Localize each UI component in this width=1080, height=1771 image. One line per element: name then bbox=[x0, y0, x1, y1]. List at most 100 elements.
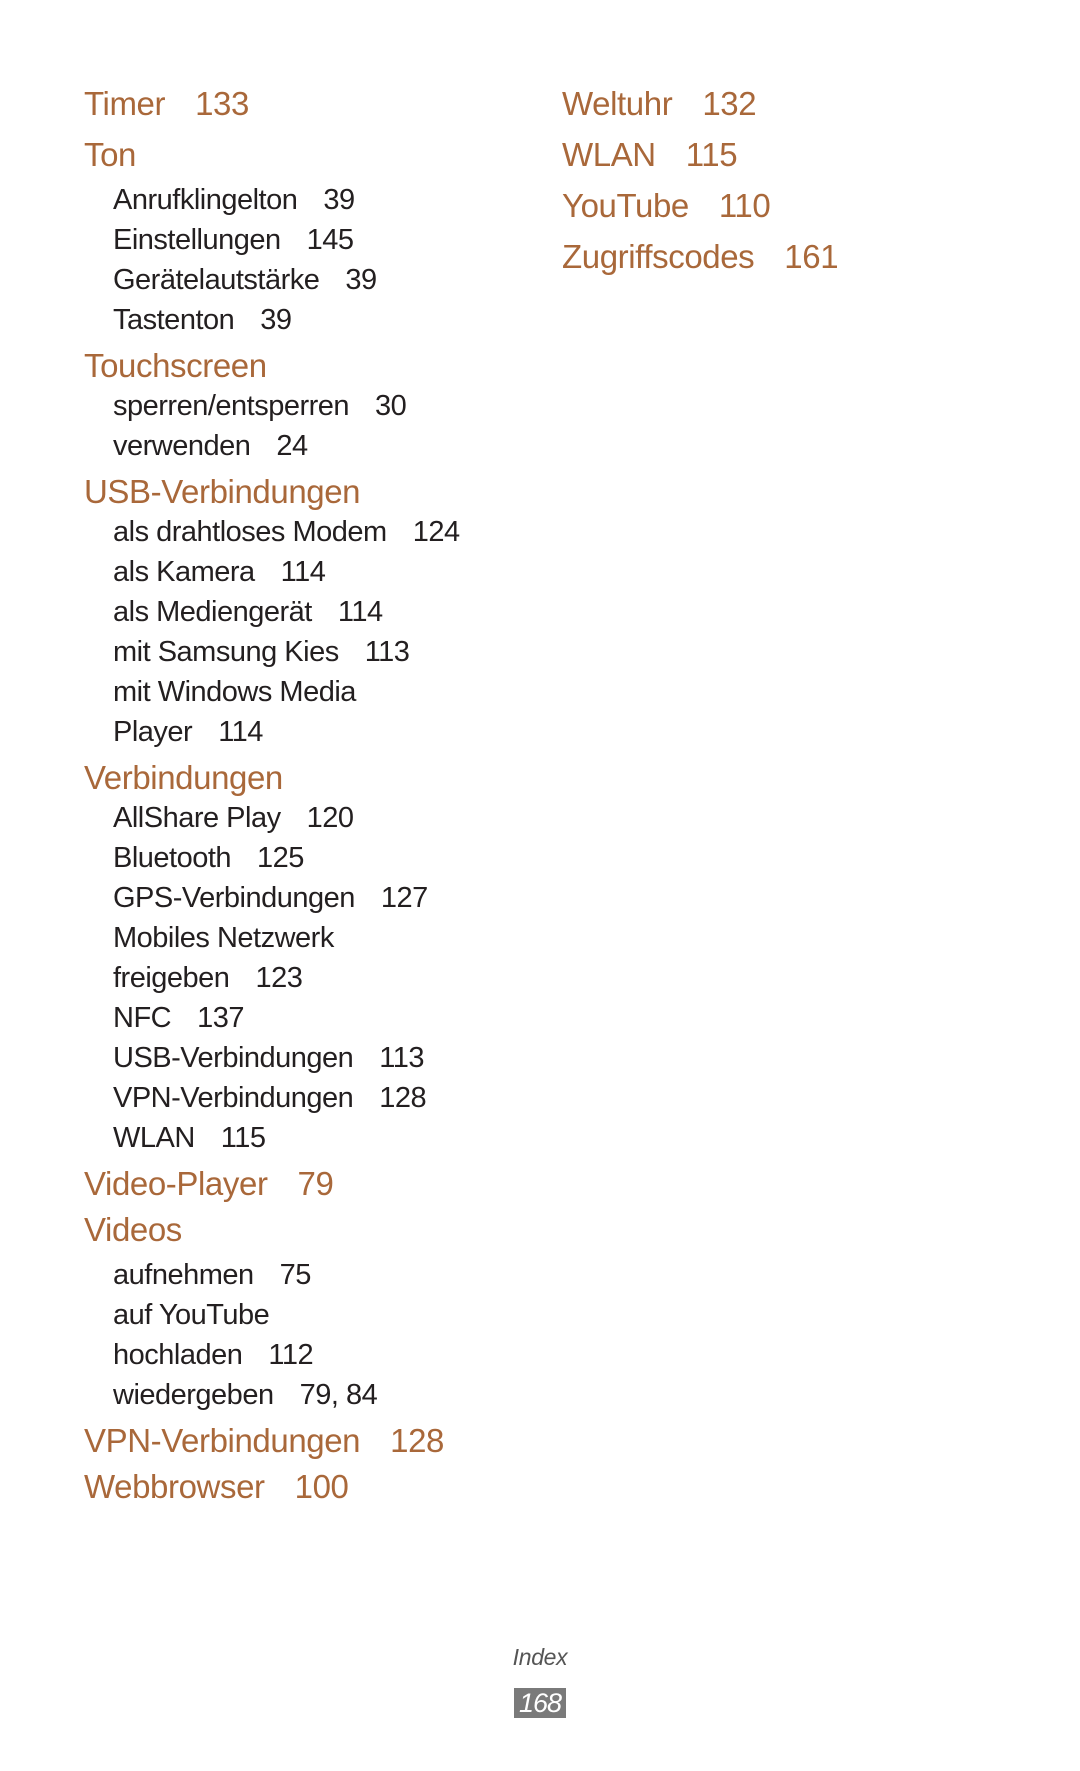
index-page-ref[interactable]: 124 bbox=[413, 516, 460, 548]
index-subentry: als Mediengerät 114 bbox=[84, 592, 524, 632]
index-term: Verbindungen bbox=[84, 759, 283, 796]
index-heading: Touchscreen bbox=[84, 346, 524, 386]
index-term: NFC bbox=[113, 1002, 172, 1034]
index-term: AllShare Play bbox=[113, 802, 281, 834]
index-subentry: VPN-Verbindungen 128 bbox=[84, 1078, 524, 1118]
index-term: wiedergeben bbox=[113, 1379, 274, 1411]
index-term: als drahtloses Modem bbox=[113, 516, 387, 548]
index-subentry: sperren/entsperren 30 bbox=[84, 386, 524, 426]
index-right-column: Weltuhr 132 WLAN 115 YouTube 110 Zugriffscodes… bbox=[562, 78, 1002, 282]
index-term: Videos bbox=[84, 1211, 182, 1248]
index-term: Bluetooth bbox=[113, 842, 232, 874]
index-term: Einstellungen bbox=[113, 224, 281, 256]
footer-section-label: Index bbox=[512, 1644, 568, 1670]
index-page-ref[interactable]: 128 bbox=[379, 1082, 426, 1114]
index-term: Weltuhr bbox=[562, 85, 673, 122]
index-term: WLAN bbox=[562, 136, 656, 173]
index-term: Mobiles Netzwerk bbox=[113, 922, 334, 954]
index-page-ref[interactable]: 114 bbox=[338, 596, 383, 628]
index-term: Zugriffscodes bbox=[562, 238, 755, 275]
index-term: VPN-Verbindungen bbox=[84, 1422, 361, 1459]
index-page-ref[interactable]: 115 bbox=[686, 136, 738, 173]
index-page-ref[interactable]: 39 bbox=[345, 264, 377, 296]
index-heading: Weltuhr 132 bbox=[562, 78, 1002, 129]
index-heading: WLAN 115 bbox=[562, 129, 1002, 180]
index-term: Timer bbox=[84, 85, 166, 122]
index-left-column: Timer 133 Ton Anrufklingelton 39 Einstellunge… bbox=[84, 78, 524, 1512]
index-subentry: mit Samsung Kies 113 bbox=[84, 632, 524, 672]
index-page-ref[interactable]: 132 bbox=[702, 85, 756, 122]
index-subentry: wiedergeben 79, 84 bbox=[84, 1375, 524, 1415]
index-term: Webbrowser bbox=[84, 1468, 265, 1505]
index-term: GPS-Verbindungen bbox=[113, 882, 355, 914]
index-subentry: aufnehmen 75 bbox=[84, 1255, 524, 1295]
index-term: Video-Player bbox=[84, 1165, 268, 1202]
index-subentry: auf YouTube bbox=[84, 1295, 524, 1335]
index-subentry: mit Windows Media bbox=[84, 672, 524, 712]
index-page-ref[interactable]: 115 bbox=[221, 1122, 266, 1154]
index-page-ref[interactable]: 133 bbox=[195, 85, 249, 122]
index-term: Ton bbox=[84, 136, 137, 173]
index-term: Tastenton bbox=[113, 304, 235, 336]
index-heading: Videos bbox=[84, 1204, 524, 1255]
index-page-ref[interactable]: 24 bbox=[276, 430, 308, 462]
page-number: 168 bbox=[514, 1688, 566, 1718]
index-subentry: WLAN 115 bbox=[84, 1118, 524, 1158]
index-page-ref[interactable]: 79 bbox=[298, 1165, 334, 1202]
index-page-ref[interactable]: 125 bbox=[257, 842, 304, 874]
index-page-ref[interactable]: 112 bbox=[268, 1339, 313, 1371]
index-subentry: NFC 137 bbox=[84, 998, 524, 1038]
index-term: freigeben bbox=[113, 962, 230, 994]
index-subentry: Gerätelautstärke 39 bbox=[84, 260, 524, 300]
index-page-ref[interactable]: 114 bbox=[281, 556, 326, 588]
index-heading: Verbindungen bbox=[84, 758, 524, 798]
index-term: mit Samsung Kies bbox=[113, 636, 339, 668]
index-term: YouTube bbox=[562, 187, 689, 224]
index-term: mit Windows Media bbox=[113, 676, 356, 708]
index-term: Touchscreen bbox=[84, 347, 267, 384]
index-term: als Kamera bbox=[113, 556, 255, 588]
index-subentry: AllShare Play 120 bbox=[84, 798, 524, 838]
index-page-ref[interactable]: 113 bbox=[365, 636, 410, 668]
index-heading: YouTube 110 bbox=[562, 180, 1002, 231]
index-page-ref[interactable]: 39 bbox=[323, 184, 355, 216]
index-heading: Zugriffscodes 161 bbox=[562, 231, 1002, 282]
index-term: USB-Verbindungen bbox=[113, 1042, 354, 1074]
index-page-ref[interactable]: 145 bbox=[307, 224, 354, 256]
index-subentry: Bluetooth 125 bbox=[84, 838, 524, 878]
index-subentry: als Kamera 114 bbox=[84, 552, 524, 592]
index-term: aufnehmen bbox=[113, 1259, 254, 1291]
index-subentry: Einstellungen 145 bbox=[84, 220, 524, 260]
index-page-ref[interactable]: 137 bbox=[197, 1002, 244, 1034]
index-term: VPN-Verbindungen bbox=[113, 1082, 354, 1114]
index-subentry: hochladen 112 bbox=[84, 1335, 524, 1375]
index-page-ref[interactable]: 75 bbox=[280, 1259, 312, 1291]
index-subentry: USB-Verbindungen 113 bbox=[84, 1038, 524, 1078]
index-page-ref[interactable]: 123 bbox=[255, 962, 302, 994]
index-page-ref[interactable]: 100 bbox=[295, 1468, 349, 1505]
index-heading: Webbrowser 100 bbox=[84, 1461, 524, 1512]
index-term: auf YouTube bbox=[113, 1299, 270, 1331]
index-term: hochladen bbox=[113, 1339, 243, 1371]
index-page-ref[interactable]: 39 bbox=[260, 304, 292, 336]
index-heading: VPN-Verbindungen 128 bbox=[84, 1421, 524, 1461]
index-page-ref[interactable]: 110 bbox=[719, 187, 771, 224]
index-page-ref[interactable]: 113 bbox=[379, 1042, 424, 1074]
index-term: USB-Verbindungen bbox=[84, 473, 361, 510]
index-subentry: verwenden 24 bbox=[84, 426, 524, 466]
index-subentry: GPS-Verbindungen 127 bbox=[84, 878, 524, 918]
index-subentry: freigeben 123 bbox=[84, 958, 524, 998]
index-subentry: Tastenton 39 bbox=[84, 300, 524, 340]
index-term: Player bbox=[113, 716, 193, 748]
index-page-ref[interactable]: 79, 84 bbox=[300, 1379, 378, 1411]
index-term: WLAN bbox=[113, 1122, 195, 1154]
index-page-ref[interactable]: 30 bbox=[375, 390, 407, 422]
index-page-ref[interactable]: 120 bbox=[307, 802, 354, 834]
index-page-ref[interactable]: 128 bbox=[390, 1422, 444, 1459]
index-term: Anrufklingelton bbox=[113, 184, 298, 216]
index-subentry: als drahtloses Modem 124 bbox=[84, 512, 524, 552]
index-page-ref[interactable]: 127 bbox=[381, 882, 428, 914]
index-page-ref[interactable]: 161 bbox=[784, 238, 838, 275]
index-page-ref[interactable]: 114 bbox=[218, 716, 263, 748]
index-term: als Mediengerät bbox=[113, 596, 312, 628]
